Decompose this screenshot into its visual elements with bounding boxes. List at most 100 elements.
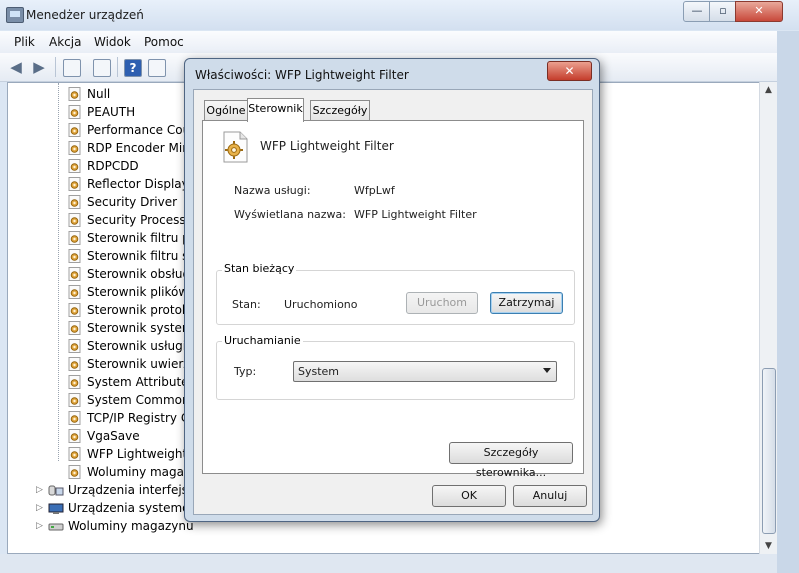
cancel-button[interactable]: Anuluj bbox=[513, 485, 587, 507]
tree-item-category[interactable]: ▷ Woluminy magazynu bbox=[8, 517, 198, 535]
tree-item-driver[interactable]: TCP/IP Registry Co bbox=[8, 409, 198, 427]
action-pane-icon[interactable] bbox=[148, 59, 166, 77]
expand-arrow-icon[interactable]: ▷ bbox=[36, 499, 45, 517]
maximize-button[interactable]: ▫ bbox=[709, 1, 737, 22]
minimize-button[interactable]: — bbox=[683, 1, 711, 22]
tree-item-label: Null bbox=[87, 87, 111, 101]
tab-general[interactable]: Ogólne bbox=[204, 100, 248, 121]
forward-arrow-icon[interactable]: ▶ bbox=[31, 58, 47, 76]
properties-icon[interactable] bbox=[93, 59, 111, 77]
scroll-up-arrow-icon[interactable]: ▲ bbox=[760, 82, 777, 98]
tree-item-driver[interactable]: Sterownik systemo bbox=[8, 319, 201, 337]
status-bar bbox=[0, 554, 777, 573]
tree-item-label: WFP Lightweight F bbox=[87, 447, 198, 461]
properties-dialog: Właściwości: WFP Lightweight Filter ✕ Og… bbox=[184, 58, 600, 522]
driver-details-button[interactable]: Szczegóły sterownika... bbox=[449, 442, 573, 479]
tree-item-driver[interactable]: Sterownik uwierzyt bbox=[8, 355, 201, 373]
driver-gear-icon bbox=[221, 131, 249, 163]
console-tree-icon[interactable] bbox=[63, 59, 81, 77]
tree-item-driver[interactable]: System Attribute C bbox=[8, 373, 201, 391]
help-icon[interactable]: ? bbox=[124, 59, 142, 77]
scroll-thumb[interactable] bbox=[762, 368, 776, 534]
expand-arrow-icon[interactable]: ▷ bbox=[36, 481, 45, 499]
driver-gear-icon bbox=[68, 123, 82, 137]
close-button[interactable]: ✕ bbox=[735, 1, 783, 22]
driver-gear-icon bbox=[68, 447, 82, 461]
menu-help[interactable]: Pomoc bbox=[144, 35, 184, 49]
driver-gear-icon bbox=[68, 429, 82, 443]
driver-gear-icon bbox=[68, 105, 82, 119]
tree-item-label: Woluminy magazynu bbox=[68, 519, 194, 533]
menu-bar: Plik Akcja Widok Pomoc bbox=[0, 31, 788, 53]
driver-gear-icon bbox=[68, 159, 82, 173]
tree-item-driver[interactable]: Reflector Display D bbox=[8, 175, 202, 193]
system-device-icon bbox=[48, 502, 64, 514]
state-value: Uruchomiono bbox=[284, 298, 358, 311]
menu-action[interactable]: Akcja bbox=[49, 35, 81, 49]
dropdown-arrow-icon bbox=[543, 368, 551, 373]
tree-item-driver[interactable]: RDP Encoder Mirro bbox=[8, 139, 199, 157]
state-label: Stan: bbox=[232, 298, 261, 311]
startup-group-title: Uruchamianie bbox=[222, 334, 303, 347]
ok-button[interactable]: OK bbox=[432, 485, 506, 507]
vertical-scrollbar[interactable]: ▲ ▼ bbox=[759, 82, 777, 554]
tree-item-label: Security Driver bbox=[87, 195, 178, 209]
back-arrow-icon[interactable]: ◀ bbox=[8, 58, 24, 76]
tree-item-driver[interactable]: Security Driver bbox=[8, 193, 198, 211]
dialog-title: Właściwości: WFP Lightweight Filter bbox=[195, 68, 409, 82]
driver-tab-panel: WFP Lightweight Filter Nazwa usługi: Wfp… bbox=[202, 120, 584, 479]
menu-file[interactable]: Plik bbox=[14, 35, 35, 49]
tree-item-driver[interactable]: WFP Lightweight F bbox=[8, 445, 198, 463]
tree-item-driver[interactable]: Sterownik obsługi s bbox=[8, 265, 203, 283]
driver-gear-icon bbox=[68, 321, 82, 335]
dialog-body: Ogólne Sterownik Szczegóły WFP Lightweig… bbox=[193, 89, 593, 515]
startup-type-value: System bbox=[298, 365, 340, 378]
driver-name: WFP Lightweight Filter bbox=[260, 139, 394, 153]
toolbar-separator bbox=[117, 57, 118, 77]
driver-gear-icon bbox=[68, 87, 82, 101]
tree-item-category[interactable]: ▷ Urządzenia systemowe bbox=[8, 499, 207, 517]
scroll-down-arrow-icon[interactable]: ▼ bbox=[760, 538, 777, 554]
storage-volume-icon bbox=[48, 520, 64, 532]
tree-item-driver[interactable]: Security Processor bbox=[8, 211, 198, 229]
tree-item-driver[interactable]: Sterownik filtru prz bbox=[8, 229, 201, 247]
display-name-label: Wyświetlana nazwa: bbox=[234, 208, 346, 221]
type-label: Typ: bbox=[234, 365, 257, 378]
tree-item-label: Sterownik plików o bbox=[87, 285, 200, 299]
startup-type-select[interactable]: System bbox=[293, 361, 557, 382]
tree-item-driver[interactable]: Sterownik filtru szy bbox=[8, 247, 202, 265]
driver-gear-icon bbox=[68, 411, 82, 425]
tree-item-driver[interactable]: Performance Coun bbox=[8, 121, 198, 139]
hid-device-icon bbox=[48, 484, 64, 496]
tree-item-driver[interactable]: RDPCDD bbox=[8, 157, 198, 175]
stop-service-button[interactable]: Zatrzymaj bbox=[490, 292, 563, 314]
tree-item-driver[interactable]: System Common L bbox=[8, 391, 200, 409]
title-bar: Menedżer urządzeń — ▫ ✕ bbox=[0, 0, 799, 30]
tree-item-driver[interactable]: VgaSave bbox=[8, 427, 198, 445]
menu-view[interactable]: Widok bbox=[94, 35, 131, 49]
expand-arrow-icon[interactable]: ▷ bbox=[36, 517, 45, 535]
driver-gear-icon bbox=[68, 357, 82, 371]
window-title: Menedżer urządzeń bbox=[26, 8, 144, 22]
tree-item-label: RDPCDD bbox=[87, 159, 139, 173]
driver-gear-icon bbox=[68, 213, 82, 227]
device-manager-icon bbox=[6, 7, 24, 23]
dialog-close-button[interactable]: ✕ bbox=[547, 61, 592, 81]
tree-item-label: PEAUTH bbox=[87, 105, 136, 119]
tree-item-category[interactable]: ▷ Urządzenia interfejsu H bbox=[8, 481, 208, 499]
service-name-label: Nazwa usługi: bbox=[234, 184, 311, 197]
current-state-group-title: Stan bieżący bbox=[222, 262, 297, 275]
tab-details[interactable]: Szczegóły bbox=[310, 100, 370, 121]
driver-gear-icon bbox=[68, 177, 82, 191]
tree-item-driver[interactable]: Sterownik plików o bbox=[8, 283, 200, 301]
driver-gear-icon bbox=[68, 231, 82, 245]
start-service-button[interactable]: Uruchom bbox=[406, 292, 478, 314]
tree-item-driver[interactable]: Sterownik protoko bbox=[8, 301, 198, 319]
tree-item-driver[interactable]: Sterownik usługi D bbox=[8, 337, 199, 355]
tree-item-driver[interactable]: Null bbox=[8, 85, 198, 103]
tree-item-driver[interactable]: PEAUTH bbox=[8, 103, 198, 121]
tree-item-driver[interactable]: Woluminy magazy bbox=[8, 463, 198, 481]
tree-item-label: Performance Coun bbox=[87, 123, 198, 137]
toolbar-separator bbox=[55, 57, 56, 77]
tab-driver[interactable]: Sterownik bbox=[247, 98, 304, 122]
